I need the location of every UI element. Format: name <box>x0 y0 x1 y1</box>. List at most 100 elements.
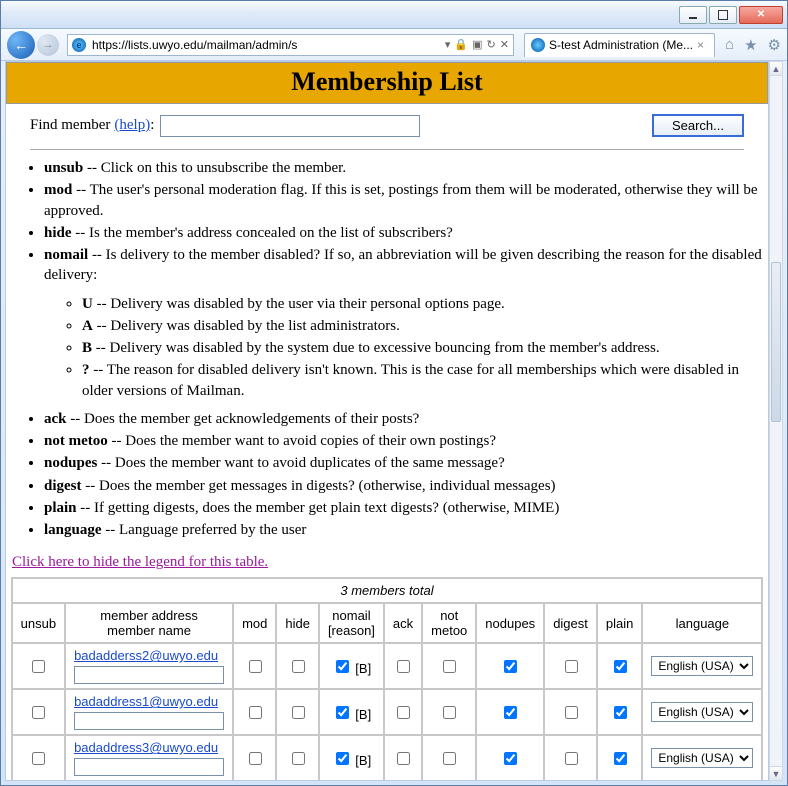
hide-legend-link[interactable]: Click here to hide the legend for this t… <box>12 554 268 571</box>
window-minimize-button[interactable] <box>679 6 707 24</box>
browser-tab[interactable]: S-test Administration (Me... × <box>524 33 715 57</box>
members-table: 3 members total unsub member addressmemb… <box>11 577 764 781</box>
language-select[interactable]: English (USA) <box>651 702 753 722</box>
hide-checkbox[interactable] <box>292 706 305 719</box>
mod-checkbox[interactable] <box>249 660 262 673</box>
dropdown-icon[interactable]: ▾ <box>445 38 451 51</box>
member-name-input[interactable] <box>74 666 224 684</box>
refresh-icon[interactable]: ↻ <box>487 38 496 51</box>
mod-checkbox[interactable] <box>249 752 262 765</box>
hide-checkbox[interactable] <box>292 660 305 673</box>
digest-checkbox[interactable] <box>565 660 578 673</box>
nodupes-checkbox[interactable] <box>504 706 517 719</box>
help-link[interactable]: (help) <box>114 117 150 134</box>
vertical-scrollbar[interactable]: ▲ ▼ <box>769 61 783 781</box>
separator <box>30 149 744 150</box>
page-banner: Membership List <box>6 62 768 104</box>
page-title: Membership List <box>7 67 767 97</box>
legend-item: unsub -- Click on this to unsubscribe th… <box>44 158 768 178</box>
legend-subitem: A -- Delivery was disabled by the list a… <box>82 316 768 336</box>
col-notmetoo: notmetoo <box>422 603 476 643</box>
member-name-input[interactable] <box>74 758 224 776</box>
legend-list: unsub -- Click on this to unsubscribe th… <box>44 158 768 540</box>
table-caption: 3 members total <box>12 578 763 603</box>
col-nodupes: nodupes <box>476 603 544 643</box>
find-colon: : <box>150 117 154 134</box>
find-member-label: Find member <box>30 117 110 134</box>
address-bar: e ▾ 🔒 ▣ ↻ ✕ <box>67 34 514 56</box>
legend-subitem: B -- Delivery was disabled by the system… <box>82 338 768 358</box>
legend-item: nodupes -- Does the member want to avoid… <box>44 453 768 473</box>
col-ack: ack <box>384 603 422 643</box>
browser-window: ← → e ▾ 🔒 ▣ ↻ ✕ S-test Administration (M… <box>0 0 788 786</box>
lock-icon[interactable]: 🔒 <box>454 38 468 51</box>
nodupes-checkbox[interactable] <box>504 660 517 673</box>
ack-checkbox[interactable] <box>397 660 410 673</box>
page-viewport: Membership List Find member (help) : Sea… <box>5 61 769 781</box>
legend-subitem: ? -- The reason for disabled delivery is… <box>82 360 768 401</box>
url-action-icons: ▾ 🔒 ▣ ↻ ✕ <box>445 38 509 51</box>
nomail-reason: [B] <box>355 661 371 676</box>
nomail-reason: [B] <box>355 707 371 722</box>
plain-checkbox[interactable] <box>614 660 627 673</box>
hide-checkbox[interactable] <box>292 752 305 765</box>
nomail-reason: [B] <box>355 753 371 768</box>
scroll-down-icon[interactable]: ▼ <box>770 766 782 780</box>
browser-toolbar: ← → e ▾ 🔒 ▣ ↻ ✕ S-test Administration (M… <box>1 29 787 61</box>
compat-icon[interactable]: ▣ <box>472 38 482 51</box>
window-titlebar <box>1 1 787 29</box>
table-row: badadderss2@uwyo.edu [B] English (USA) <box>12 643 763 689</box>
nomail-checkbox[interactable] <box>336 752 349 765</box>
nav-back-button[interactable]: ← <box>7 31 35 59</box>
plain-checkbox[interactable] <box>614 752 627 765</box>
member-address-link[interactable]: badaddress3@uwyo.edu <box>74 740 224 755</box>
legend-item: plain -- If getting digests, does the me… <box>44 498 768 518</box>
col-language: language <box>642 603 762 643</box>
find-member-input[interactable] <box>160 115 420 137</box>
window-maximize-button[interactable] <box>709 6 737 24</box>
legend-item: not metoo -- Does the member want to avo… <box>44 431 768 451</box>
unsub-checkbox[interactable] <box>32 752 45 765</box>
digest-checkbox[interactable] <box>565 706 578 719</box>
plain-checkbox[interactable] <box>614 706 627 719</box>
tab-favicon <box>531 38 545 52</box>
favorites-icon[interactable]: ★ <box>744 36 757 54</box>
url-input[interactable] <box>90 36 445 54</box>
nomail-checkbox[interactable] <box>336 660 349 673</box>
unsub-checkbox[interactable] <box>32 706 45 719</box>
scroll-thumb[interactable] <box>771 262 781 422</box>
col-unsub: unsub <box>12 603 65 643</box>
notmetoo-checkbox[interactable] <box>443 706 456 719</box>
ie-icon: e <box>72 38 86 52</box>
ack-checkbox[interactable] <box>397 706 410 719</box>
nav-forward-button[interactable]: → <box>37 34 59 56</box>
col-addr: member addressmember name <box>65 603 233 643</box>
search-button[interactable]: Search... <box>652 114 744 137</box>
tab-title: S-test Administration (Me... <box>549 38 693 52</box>
browser-tool-icons: ⌂ ★ ⚙ <box>725 36 781 54</box>
stop-icon[interactable]: ✕ <box>500 38 509 51</box>
window-close-button[interactable] <box>739 6 783 24</box>
table-row: badaddress1@uwyo.edu [B] English (USA) <box>12 689 763 735</box>
nomail-checkbox[interactable] <box>336 706 349 719</box>
notmetoo-checkbox[interactable] <box>443 660 456 673</box>
language-select[interactable]: English (USA) <box>651 748 753 768</box>
ack-checkbox[interactable] <box>397 752 410 765</box>
page-content: Membership List Find member (help) : Sea… <box>6 62 768 781</box>
scroll-up-icon[interactable]: ▲ <box>770 62 782 76</box>
member-address-link[interactable]: badaddress1@uwyo.edu <box>74 694 224 709</box>
mod-checkbox[interactable] <box>249 706 262 719</box>
nodupes-checkbox[interactable] <box>504 752 517 765</box>
tools-gear-icon[interactable]: ⚙ <box>768 36 781 54</box>
unsub-checkbox[interactable] <box>32 660 45 673</box>
member-address-link[interactable]: badadderss2@uwyo.edu <box>74 648 224 663</box>
language-select[interactable]: English (USA) <box>651 656 753 676</box>
table-row: badaddress3@uwyo.edu [B] English (USA) <box>12 735 763 781</box>
col-digest: digest <box>544 603 597 643</box>
notmetoo-checkbox[interactable] <box>443 752 456 765</box>
tab-close-button[interactable]: × <box>693 38 708 52</box>
home-icon[interactable]: ⌂ <box>725 36 734 54</box>
legend-item: language -- Language preferred by the us… <box>44 520 768 540</box>
digest-checkbox[interactable] <box>565 752 578 765</box>
member-name-input[interactable] <box>74 712 224 730</box>
